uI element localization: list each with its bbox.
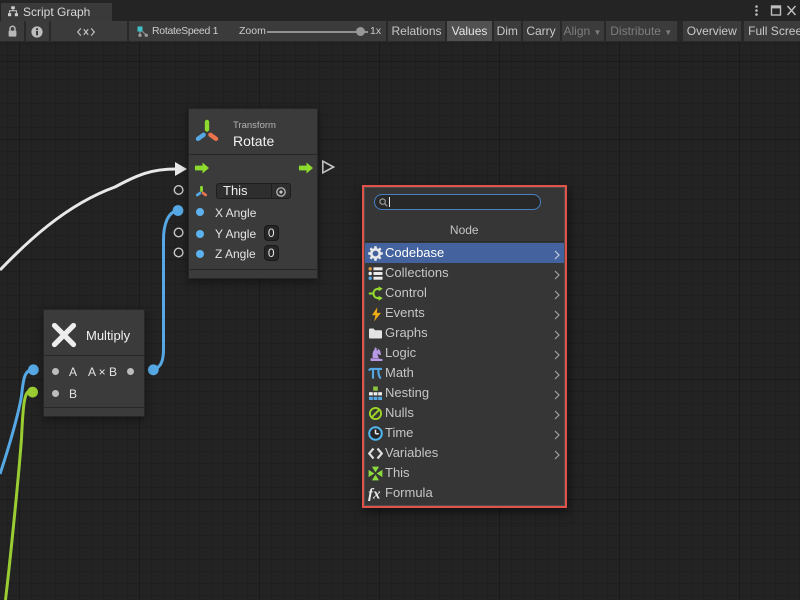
svg-text:fx: fx — [368, 486, 381, 501]
